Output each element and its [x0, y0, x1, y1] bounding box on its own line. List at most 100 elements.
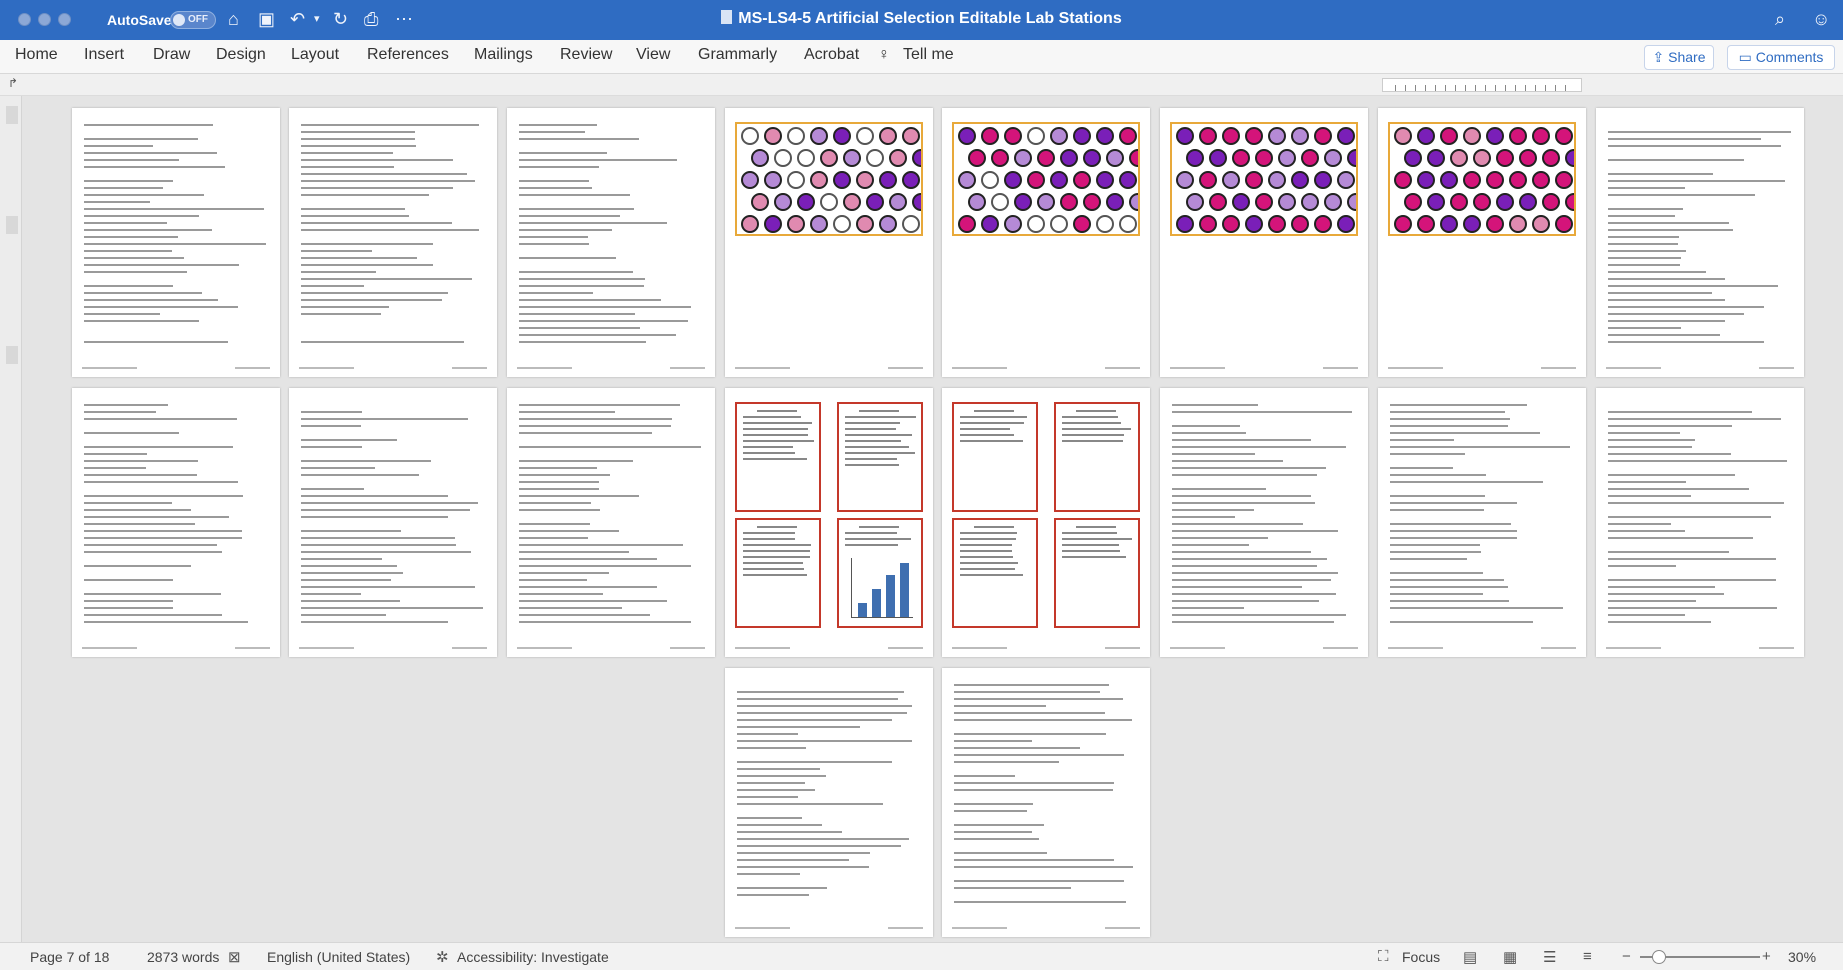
flower-icon: [741, 127, 759, 145]
tell-me-search[interactable]: Tell me: [903, 46, 954, 64]
ruler-tick: [1555, 85, 1556, 91]
text-line: [519, 621, 691, 623]
flower-icon: [1404, 149, 1422, 167]
comments-button[interactable]: ▭ Comments: [1727, 45, 1835, 70]
document-canvas[interactable]: [22, 96, 1843, 942]
share-button[interactable]: ⇪ Share: [1644, 45, 1714, 70]
page-thumbnail[interactable]: [1596, 388, 1804, 657]
text-line: [519, 509, 600, 511]
flower-icon: [1291, 127, 1309, 145]
page-thumbnail[interactable]: [725, 668, 933, 937]
text-line: [1608, 579, 1776, 581]
card-text-line: [1062, 544, 1119, 546]
card-text-line: [960, 422, 1024, 424]
page-thumbnail[interactable]: [942, 388, 1150, 657]
flower-icon: [1245, 171, 1263, 189]
page-thumbnail[interactable]: [942, 108, 1150, 377]
text-line: [1608, 264, 1680, 266]
text-line: [519, 292, 593, 294]
tab-references[interactable]: References: [367, 46, 449, 64]
zoom-slider-handle[interactable]: [1652, 950, 1666, 964]
language[interactable]: English (United States): [267, 949, 410, 965]
flower-icon: [1060, 193, 1078, 211]
flower-icon: [968, 149, 986, 167]
page-thumbnail[interactable]: [1160, 108, 1368, 377]
ruler-tick: [1495, 85, 1496, 91]
flower-icon: [856, 127, 874, 145]
text-line: [1608, 460, 1787, 462]
text-line: [519, 187, 592, 189]
accessibility-status[interactable]: Accessibility: Investigate: [457, 949, 609, 965]
page-thumbnail[interactable]: [289, 108, 497, 377]
text-line: [954, 691, 1100, 693]
page-thumbnail[interactable]: [1160, 388, 1368, 657]
text-line: [519, 460, 633, 462]
text-line: [519, 614, 650, 616]
tab-draw[interactable]: Draw: [153, 46, 190, 64]
tab-review[interactable]: Review: [560, 46, 612, 64]
page-thumbnail[interactable]: [725, 108, 933, 377]
accessibility-icon[interactable]: ✲: [436, 948, 449, 966]
focus-button[interactable]: Focus: [1402, 949, 1440, 965]
page-thumbnail[interactable]: [507, 388, 715, 657]
text-line: [84, 467, 146, 469]
card-text-line: [757, 526, 797, 528]
card-text-line: [743, 446, 793, 448]
text-line: [301, 621, 448, 623]
tab-grammarly[interactable]: Grammarly: [698, 46, 777, 64]
flower-icon: [1427, 193, 1445, 211]
text-line: [519, 180, 589, 182]
tab-design[interactable]: Design: [216, 46, 266, 64]
flower-icon: [1176, 127, 1194, 145]
page-thumbnail[interactable]: [72, 108, 280, 377]
page-thumbnail[interactable]: [507, 108, 715, 377]
flower-icon: [741, 215, 759, 233]
text-line: [737, 698, 898, 700]
page-thumbnail[interactable]: [72, 388, 280, 657]
web-layout-icon[interactable]: ▦: [1503, 948, 1517, 966]
zoom-out-icon[interactable]: −: [1622, 948, 1631, 965]
flower-icon: [1473, 193, 1491, 211]
text-line: [1608, 313, 1744, 315]
tab-layout[interactable]: Layout: [291, 46, 339, 64]
text-line: [301, 243, 433, 245]
draft-icon[interactable]: ≡: [1583, 948, 1592, 965]
ruler-tick: [1445, 85, 1446, 91]
ruler-tick: [1455, 85, 1456, 91]
page-footer-left: [735, 927, 790, 929]
zoom-level[interactable]: 30%: [1788, 949, 1816, 965]
text-line: [301, 166, 394, 168]
flower-icon: [1565, 149, 1574, 167]
page-thumbnail[interactable]: [725, 388, 933, 657]
tab-home[interactable]: Home: [15, 46, 58, 64]
flower-icon: [1255, 149, 1273, 167]
tab-view[interactable]: View: [636, 46, 670, 64]
page-thumbnail[interactable]: [289, 388, 497, 657]
page-thumbnail[interactable]: [942, 668, 1150, 937]
flower-icon: [833, 171, 851, 189]
page-thumbnail[interactable]: [1378, 108, 1586, 377]
focus-icon[interactable]: ⛶: [1378, 948, 1389, 965]
tab-stop-icon[interactable]: ↱: [8, 76, 18, 90]
proofing-icon[interactable]: ⊠: [228, 948, 241, 966]
horizontal-ruler[interactable]: [1382, 78, 1582, 92]
tab-acrobat[interactable]: Acrobat: [804, 46, 859, 64]
tab-mailings[interactable]: Mailings: [474, 46, 533, 64]
print-layout-icon[interactable]: ▤: [1463, 948, 1477, 966]
vertical-ruler[interactable]: [0, 96, 22, 942]
page-thumbnail[interactable]: [1378, 388, 1586, 657]
zoom-in-icon[interactable]: +: [1762, 948, 1771, 965]
text-line: [1172, 411, 1352, 413]
flower-icon: [991, 193, 1009, 211]
flower-icon: [1119, 215, 1137, 233]
ribbon-tabs: Home Insert Draw Design Layout Reference…: [0, 40, 1843, 74]
word-count[interactable]: 2873 words: [147, 949, 219, 965]
search-icon[interactable]: ⌕: [1775, 8, 1785, 30]
flower-icon: [1119, 127, 1137, 145]
user-icon[interactable]: ☺: [1812, 8, 1830, 30]
tab-insert[interactable]: Insert: [84, 46, 124, 64]
outline-icon[interactable]: ☰: [1543, 948, 1556, 966]
page-thumbnail[interactable]: [1596, 108, 1804, 377]
page-count[interactable]: Page 7 of 18: [30, 949, 109, 965]
flower-icon: [889, 193, 907, 211]
